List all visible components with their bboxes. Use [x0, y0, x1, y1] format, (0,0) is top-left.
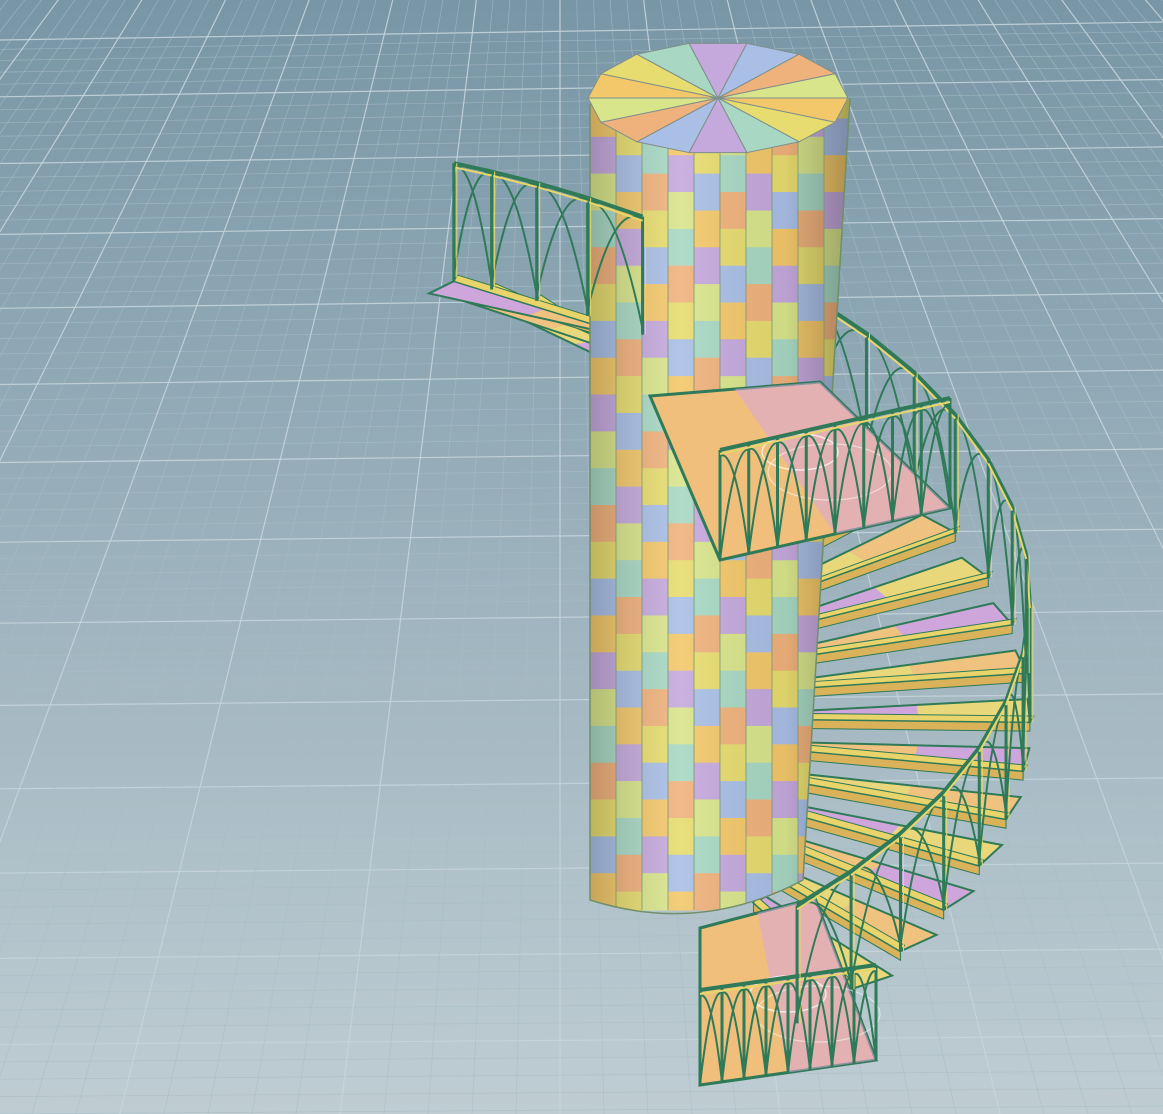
3d-viewport[interactable]: [0, 0, 1163, 1114]
scene-canvas[interactable]: [0, 0, 1163, 1114]
